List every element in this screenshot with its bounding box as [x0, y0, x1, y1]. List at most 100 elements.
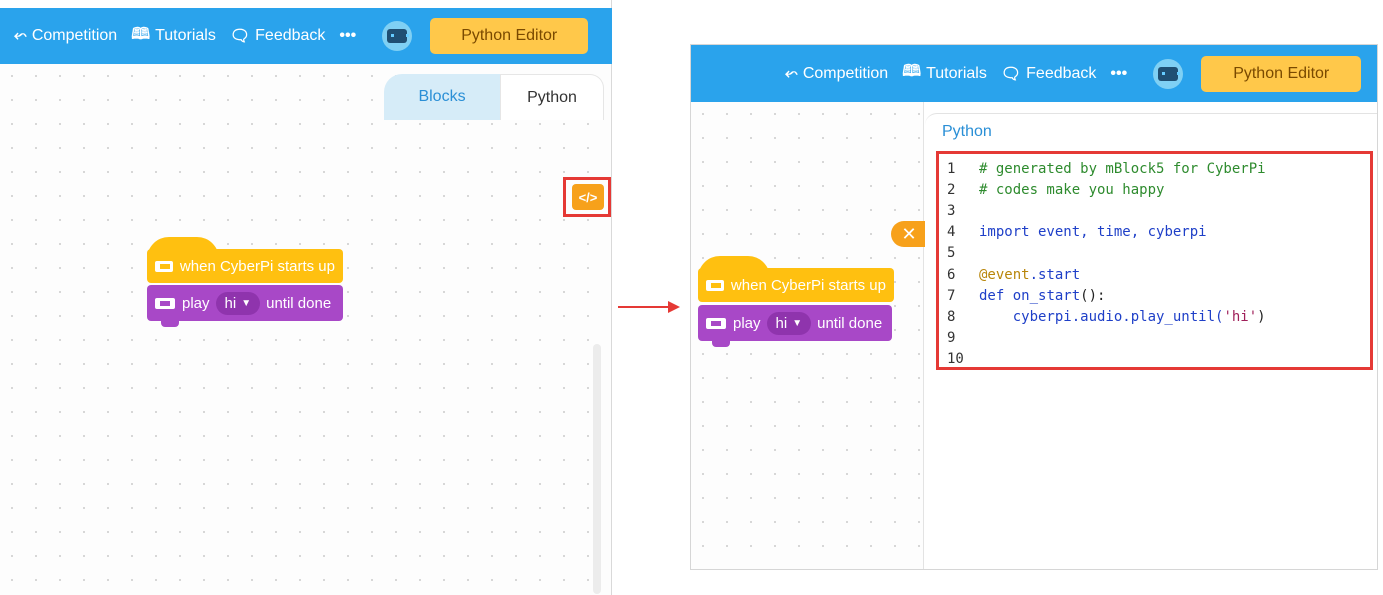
competition-icon: ⬿ [785, 64, 798, 82]
right-script-canvas[interactable]: when CyberPi starts up play hi ▼ until d… [691, 102, 931, 569]
sound-value: hi [775, 314, 788, 332]
nav-feedback-label: Feedback [255, 27, 326, 44]
nav-competition-label: Competition [802, 64, 889, 82]
code-panel-title: Python [942, 123, 992, 140]
code-text: cyberpi.audio.play_until('hi') [979, 309, 1266, 325]
until-done-label: until done [266, 294, 332, 312]
close-code-panel-button[interactable]: ✕ [891, 221, 927, 247]
hat-block-cyberpi-starts[interactable]: when CyberPi starts up [698, 256, 894, 302]
cyberpi-block-icon [706, 317, 726, 329]
code-token: def [979, 287, 1005, 304]
chevron-down-icon: ▼ [792, 317, 803, 329]
nav-feedback-label: Feedback [1026, 64, 1097, 82]
code-line: 7 def on_start(): [939, 285, 1105, 306]
python-code-panel: Python 1 # generated by mBlock5 for Cyber… [925, 113, 1377, 569]
left-topbar: ⬿ Competition 🕮 Tutorials 🗨 Feedback •••… [0, 8, 612, 64]
python-editor-label: Python Editor [1233, 64, 1330, 82]
arrow-shaft [618, 306, 670, 308]
nav-competition-label: Competition [31, 27, 118, 44]
vertical-scrollbar[interactable] [593, 344, 601, 594]
more-menu-button[interactable]: ••• [1110, 65, 1127, 83]
line-number: 10 [947, 351, 964, 368]
cyberpi-block-icon [155, 260, 173, 272]
python-editor-label: Python Editor [461, 27, 558, 44]
code-editor[interactable]: 1 # generated by mBlock5 for CyberPi 2 # co… [939, 158, 1369, 370]
nav-feedback[interactable]: 🗨 Feedback [230, 26, 326, 46]
cyberpi-device-icon[interactable] [1153, 58, 1184, 89]
tab-python-label: Python [527, 88, 577, 106]
hat-block-label: when CyberPi starts up [730, 276, 886, 294]
line-number: 1 [947, 160, 956, 177]
play-label: play [733, 314, 761, 332]
code-token: # generated by mBlock5 for CyberPi [979, 160, 1266, 177]
sound-dropdown[interactable]: hi ▼ [215, 291, 261, 315]
code-line: 2 # codes make you happy [939, 179, 1164, 200]
code-toggle-icon: </> [578, 189, 598, 205]
nav-tutorials-label: Tutorials [155, 27, 216, 44]
left-panel: ⬿ Competition 🕮 Tutorials 🗨 Feedback •••… [0, 0, 612, 595]
code-line: 8 cyberpi.audio.play_until('hi') [939, 306, 1266, 327]
nav-competition[interactable]: ⬿ Competition [14, 27, 117, 45]
line-number: 9 [947, 330, 956, 347]
code-toggle-button[interactable]: </> [572, 184, 604, 210]
code-token: event, time, cyberpi [1029, 224, 1207, 241]
code-line: 9 [939, 328, 979, 349]
sound-dropdown[interactable]: hi ▼ [766, 311, 812, 335]
tab-blocks[interactable]: Blocks [384, 74, 500, 120]
hat-block-label: when CyberPi starts up [179, 257, 335, 275]
tab-blocks-label: Blocks [418, 88, 466, 105]
hat-block-cyberpi-starts[interactable]: when CyberPi starts up [147, 237, 343, 283]
code-line: 10 [939, 349, 979, 370]
transition-arrow [618, 300, 680, 314]
line-number: 7 [947, 287, 956, 304]
sound-value: hi [224, 294, 237, 312]
code-token: 'hi' [1223, 308, 1258, 325]
code-line: 4 import event, time, cyberpi [939, 222, 1207, 243]
right-panel: ⬿ Competition 🕮 Tutorials 🗨 Feedback •••… [690, 44, 1378, 570]
until-done-label: until done [817, 314, 883, 332]
code-token: @event [979, 266, 1030, 283]
nav-feedback[interactable]: 🗨 Feedback [1001, 64, 1097, 84]
cyberpi-block-icon [155, 297, 175, 309]
right-topbar: ⬿ Competition 🕮 Tutorials 🗨 Feedback •••… [691, 45, 1377, 102]
code-token: (): [1080, 287, 1106, 304]
hat-body: when CyberPi starts up [147, 249, 343, 283]
competition-icon: ⬿ [14, 27, 27, 44]
more-label: ••• [339, 27, 357, 44]
code-line: 6 @event.start [939, 264, 1080, 285]
code-text: # codes make you happy [979, 182, 1164, 198]
close-icon: ✕ [901, 223, 917, 244]
tutorial-screenshot: ⬿ Competition 🕮 Tutorials 🗨 Feedback •••… [0, 0, 1383, 595]
more-menu-button[interactable]: ••• [339, 27, 356, 45]
line-number: 8 [947, 308, 956, 325]
arrow-head-icon [668, 301, 680, 313]
nav-tutorials[interactable]: 🕮 Tutorials [131, 23, 216, 50]
nav-competition[interactable]: ⬿ Competition [785, 65, 888, 83]
feedback-icon: 🗨 [229, 28, 251, 45]
python-editor-button[interactable]: Python Editor [1201, 55, 1362, 92]
line-number: 6 [947, 266, 956, 283]
code-text: import event, time, cyberpi [979, 224, 1207, 240]
code-token: .start [1029, 266, 1081, 283]
cyberpi-device-icon[interactable] [382, 21, 413, 51]
code-text: def on_start(): [979, 288, 1105, 304]
line-number: 5 [947, 245, 956, 262]
code-token: import [979, 224, 1030, 241]
play-until-done-block[interactable]: play hi ▼ until done [147, 285, 343, 327]
code-text: @event.start [979, 267, 1080, 283]
more-label: ••• [1110, 64, 1128, 82]
python-editor-button[interactable]: Python Editor [430, 18, 589, 54]
book-icon: 🕮 [131, 25, 151, 43]
nav-tutorials[interactable]: 🕮 Tutorials [902, 60, 987, 87]
code-token: # codes make you happy [979, 181, 1165, 198]
play-until-done-block[interactable]: play hi ▼ until done [698, 305, 892, 347]
nav-tutorials-label: Tutorials [926, 64, 987, 82]
code-token: on_start [1004, 287, 1081, 304]
code-text: # generated by mBlock5 for CyberPi [979, 161, 1266, 177]
hat-body: when CyberPi starts up [698, 268, 894, 302]
left-script-canvas[interactable]: Blocks Python </> when CyberPi starts up [0, 64, 611, 595]
code-line: 5 [939, 243, 979, 264]
code-token: ) [1257, 308, 1266, 325]
feedback-icon: 🗨 [1000, 65, 1022, 83]
tab-python[interactable]: Python [500, 74, 604, 120]
